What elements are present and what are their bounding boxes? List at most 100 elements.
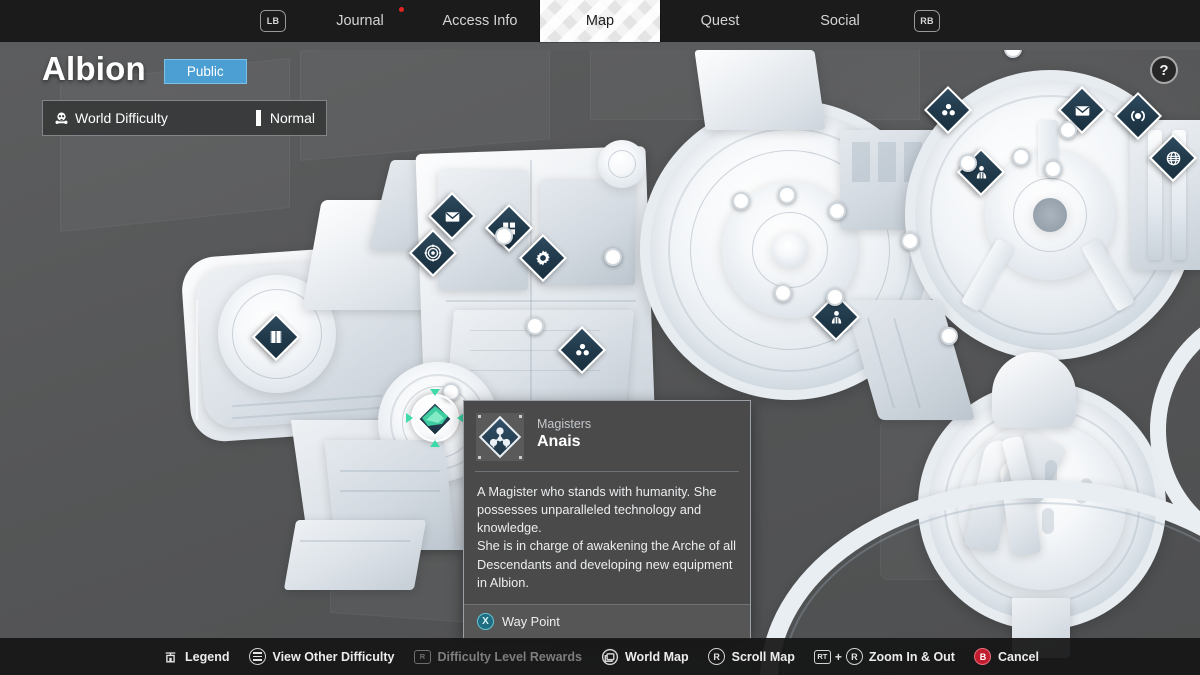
footer-action-zoom-in-out[interactable]: RT + R Zoom In & Out <box>813 648 955 666</box>
mail-icon <box>437 201 467 231</box>
tab-label: Map <box>585 13 615 29</box>
footer-action-cancel[interactable]: B Cancel <box>974 648 1039 666</box>
top-tab-bar: LB Journal Access Info Map Quest Social RB <box>0 0 1200 42</box>
selected-player-marker[interactable] <box>406 389 464 447</box>
tooltip-header: Magisters Anais <box>464 401 750 471</box>
tab-label: Journal <box>336 13 384 29</box>
tab-label: Quest <box>700 13 740 29</box>
city-detail <box>340 470 440 472</box>
footer-action-label: Difficulty Level Rewards <box>437 649 582 664</box>
mail-icon <box>1067 95 1097 125</box>
world-map-icon <box>601 648 619 666</box>
tab-journal[interactable]: Journal <box>300 0 420 42</box>
rt-trigger-icon: R <box>413 648 431 666</box>
title-row: Albion Public <box>42 50 327 88</box>
city-detail <box>852 142 870 182</box>
tab-label: Access Info <box>442 13 518 29</box>
footer-action-label: Cancel <box>997 649 1039 664</box>
map-dot-marker[interactable] <box>940 327 958 345</box>
reactor-center <box>1033 198 1067 232</box>
help-button[interactable]: ? <box>1150 56 1178 84</box>
magisters-emblem-icon <box>476 413 524 461</box>
map-dot-marker[interactable] <box>901 232 919 250</box>
map-dot-marker[interactable] <box>732 192 750 210</box>
map-dot-marker[interactable] <box>828 202 846 220</box>
map-dot-marker[interactable] <box>526 317 544 335</box>
page-title: Albion <box>42 50 146 87</box>
b-button-icon: B <box>974 648 992 666</box>
tooltip-description: A Magister who stands with humanity. She… <box>464 472 750 604</box>
world-difficulty-label: World Difficulty <box>75 110 168 126</box>
marker-detail-tooltip: Magisters Anais A Magister who stands wi… <box>463 400 751 639</box>
hazard-icon <box>567 335 597 365</box>
gear-icon <box>528 243 558 273</box>
visibility-badge[interactable]: Public <box>163 59 247 84</box>
map-dot-marker[interactable] <box>1012 148 1030 166</box>
waypoint-action[interactable]: X Way Point <box>464 603 750 638</box>
city-detail <box>196 300 198 420</box>
footer-action-legend[interactable]: Legend <box>161 648 229 666</box>
footer-action-label: View Other Difficulty <box>272 649 395 664</box>
waypoint-label: Way Point <box>502 613 560 629</box>
map-dot-marker[interactable] <box>959 154 977 172</box>
city-detail <box>446 300 636 302</box>
city-detail <box>878 142 896 182</box>
city-corridor <box>694 50 826 130</box>
left-bumper-icon[interactable]: LB <box>260 10 286 32</box>
selection-caret-top <box>430 389 440 396</box>
beacon-icon <box>1123 101 1153 131</box>
map-dot-marker[interactable] <box>826 288 844 306</box>
bottom-action-bar: Legend View Other Difficulty R Difficulty L… <box>0 638 1200 675</box>
map-dot-marker[interactable] <box>1044 160 1062 178</box>
city-detail <box>300 540 410 542</box>
npc-icon <box>821 302 851 332</box>
tooltip-name: Anais <box>537 433 581 450</box>
city-block <box>283 520 427 590</box>
central-hub-center <box>772 232 808 268</box>
x-button-icon: X <box>477 612 494 630</box>
world-difficulty-value: Normal <box>269 110 315 126</box>
map-dot-marker[interactable] <box>774 284 792 302</box>
tab-map[interactable]: Map <box>540 0 660 42</box>
footer-action-scroll-map[interactable]: R Scroll Map <box>708 648 795 666</box>
footer-action-label: World Map <box>624 649 689 664</box>
city-detail <box>340 490 440 492</box>
map-dot-marker[interactable] <box>778 186 796 204</box>
difficulty-level-bar <box>255 110 261 126</box>
hazard-icon <box>933 95 963 125</box>
selection-caret-bottom <box>430 440 440 447</box>
tabbar-underband <box>0 42 1200 50</box>
footer-action-label: Legend <box>185 649 230 664</box>
notification-dot-icon <box>399 7 404 12</box>
map-header: Albion Public World Difficulty Normal <box>42 50 327 136</box>
hangar-dome <box>992 352 1076 428</box>
elevator-icon <box>261 322 291 352</box>
tab-access-info[interactable]: Access Info <box>420 0 540 42</box>
footer-action-view-other-difficulty[interactable]: View Other Difficulty <box>248 648 394 666</box>
tab-quest[interactable]: Quest <box>660 0 780 42</box>
city-turret-ring <box>608 150 636 178</box>
footer-action-label: Scroll Map <box>731 649 795 664</box>
world-difficulty-bar[interactable]: World Difficulty Normal <box>42 100 327 136</box>
globe-icon <box>1158 143 1188 173</box>
footer-action-world-map[interactable]: World Map <box>601 648 689 666</box>
map-dot-marker[interactable] <box>1059 121 1077 139</box>
city-detail <box>530 160 532 400</box>
right-bumper-icon[interactable]: RB <box>914 10 940 32</box>
player-glow-icon <box>418 402 452 430</box>
target-icon <box>418 238 448 268</box>
legend-icon <box>161 648 179 666</box>
skull-difficulty-icon <box>54 111 69 126</box>
tab-list: Journal Access Info Map Quest Social <box>300 0 900 42</box>
tooltip-description-line-1: A Magister who stands with humanity. She… <box>477 484 717 536</box>
list-menu-icon <box>248 648 266 666</box>
tooltip-description-line-2: She is in charge of awakening the Arche … <box>477 538 736 590</box>
footer-action-label: Zoom In & Out <box>868 649 955 664</box>
right-stick-icon: R <box>708 648 726 666</box>
map-dot-marker[interactable] <box>604 248 622 266</box>
selection-caret-left <box>406 413 413 423</box>
rt-plus-stick-icon: RT + R <box>813 648 863 666</box>
tab-social[interactable]: Social <box>780 0 900 42</box>
map-dot-marker[interactable] <box>495 227 513 245</box>
footer-action-difficulty-level-rewards: R Difficulty Level Rewards <box>413 648 582 666</box>
